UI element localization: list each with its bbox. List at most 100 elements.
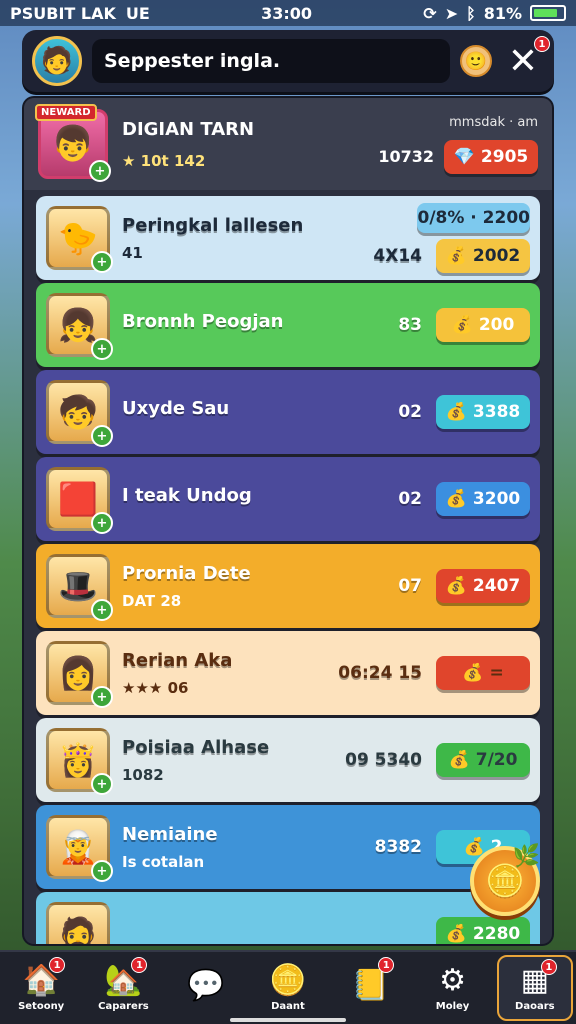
tab-badge: 1: [49, 957, 66, 973]
home-indicator: [230, 1018, 346, 1022]
leaderboard-row[interactable]: 🧒 + Uxyde Sau 02 💰 3388: [36, 370, 540, 454]
row-name: Rerian Aka: [122, 649, 233, 671]
row-number: 06:24 15: [338, 663, 422, 683]
row-reward-button[interactable]: 💰 2407: [436, 569, 530, 603]
row-sub: 41: [122, 243, 143, 262]
leaderboard-row[interactable]: 🧝 + Nemiaine Is cotalan 8382 💰 2: [36, 805, 540, 889]
row-portrait: 🧝 +: [46, 815, 113, 882]
sync-icon: ⟳: [423, 3, 437, 23]
row-portrait: 🎩 +: [46, 554, 113, 621]
search-text: Seppester ingla.: [104, 50, 281, 72]
row-portrait: 🧔 +: [46, 902, 110, 944]
row-number: 02: [398, 402, 422, 422]
search-field[interactable]: Seppester ingla.: [92, 39, 450, 83]
row-top-pill[interactable]: 0/8% · 2200: [417, 203, 530, 233]
leaderboard-row[interactable]: 🧔 + 💰 2280: [36, 892, 540, 944]
row-sub: ★★★ 06: [122, 678, 189, 697]
row-portrait: 👩 +: [46, 641, 113, 708]
tab-label: Daant: [271, 1000, 305, 1012]
coin-icon: 🪙: [269, 962, 307, 998]
row-reward-button[interactable]: 💰 3200: [436, 482, 530, 516]
status-left-text: PSUBIT LAK: [10, 3, 116, 23]
player-name: DIGIAN TARN: [122, 118, 255, 140]
row-name: Prornia Dete: [122, 562, 251, 584]
plus-icon: +: [91, 512, 113, 534]
row-reward-button[interactable]: 💰 =: [436, 656, 530, 690]
tab-badge: 1: [131, 957, 148, 973]
plus-icon: +: [91, 860, 113, 882]
chat-icon: 💬: [187, 968, 225, 1003]
reward-icon: 💰: [445, 924, 467, 944]
row-reward: 2280: [472, 924, 521, 944]
reward-icon: 💰: [448, 750, 470, 770]
action-fab-button[interactable]: 🪙 🌿: [470, 844, 540, 916]
row-portrait: 👸 +: [46, 728, 113, 795]
plus-icon: +: [91, 251, 113, 273]
row-sub: Is cotalan: [122, 852, 205, 871]
gem-icon: 💎: [453, 146, 475, 167]
close-badge: 1: [534, 36, 550, 52]
player-score: 10732: [378, 147, 434, 166]
tab-label: Daoars: [515, 1000, 555, 1012]
tab-caparers[interactable]: 🏡 Caparers 1: [85, 955, 161, 1021]
player-tag: NEWARD: [35, 104, 97, 121]
row-reward: 2407: [472, 576, 521, 596]
row-sub: 1082: [122, 765, 164, 784]
reward-icon: 💰: [445, 576, 467, 596]
row-number: 07: [398, 576, 422, 596]
tab-label: Setoony: [18, 1000, 65, 1012]
leaderboard-row[interactable]: 👧 + Bronnh Peogjan 83 💰 200: [36, 283, 540, 367]
tab-daant[interactable]: 🪙 Daant: [250, 955, 326, 1021]
row-reward: 3200: [472, 489, 521, 509]
row-reward-button[interactable]: 💰 200: [436, 308, 530, 342]
row-portrait: 🟥 +: [46, 467, 113, 534]
leaderboard-row[interactable]: 👩 + Rerian Aka ★★★ 06 06:24 15 💰 =: [36, 631, 540, 715]
player-portrait: 👦 NEWARD +: [35, 104, 111, 182]
row-name: Bronnh Peogjan: [122, 310, 284, 332]
leaderboard-row[interactable]: 🟥 + I teak Undog 02 💰 3200: [36, 457, 540, 541]
reward-icon: 💰: [445, 246, 467, 266]
row-name: I teak Undog: [122, 484, 252, 506]
row-name: Peringkal lallesen: [122, 214, 304, 236]
notes-icon: 📒: [351, 968, 389, 1003]
player-avatar[interactable]: 🧑: [32, 36, 82, 86]
battery-icon: [530, 5, 566, 21]
row-number: 02: [398, 489, 422, 509]
player-row[interactable]: 👦 NEWARD + DIGIAN TARN ★ 10t 142 mmsdak …: [24, 98, 552, 190]
tab-badge: 1: [540, 959, 557, 975]
plus-icon: +: [91, 599, 113, 621]
row-reward-button[interactable]: 💰 7/20: [436, 743, 530, 777]
reward-icon: 💰: [445, 489, 467, 509]
tab-moley[interactable]: ⚙ Moley: [415, 955, 491, 1021]
tab-notes[interactable]: 📒 1: [332, 955, 408, 1021]
reward-icon: 💰: [462, 663, 484, 683]
row-portrait: 🧒 +: [46, 380, 113, 447]
leaderboard-panel: 👦 NEWARD + DIGIAN TARN ★ 10t 142 mmsdak …: [24, 98, 552, 944]
plus-icon: +: [91, 686, 113, 708]
leaderboard-row[interactable]: 🎩 + Prornia Dete DAT 28 07 💰 2407: [36, 544, 540, 628]
tab-chat[interactable]: 💬: [168, 955, 244, 1021]
plus-icon: +: [91, 425, 113, 447]
tab-daoars[interactable]: ▦ Daoars 1: [496, 955, 573, 1021]
top-bar: 🧑 Seppester ingla. 🙂 ✕ 1: [22, 30, 554, 92]
row-portrait: 👧 +: [46, 293, 113, 360]
player-label: mmsdak · am: [449, 114, 538, 130]
row-reward-button[interactable]: 💰 2002: [436, 239, 530, 273]
leaderboard-row[interactable]: 👸 + Poisiaa Alhase 1082 09 5340 💰 7/20: [36, 718, 540, 802]
tab-badge: 1: [378, 957, 395, 973]
row-reward-button[interactable]: 💰 3388: [436, 395, 530, 429]
leaderboard-row[interactable]: 🐤 + Peringkal lallesen 41 0/8% · 2200 4X…: [36, 196, 540, 280]
plus-icon: +: [91, 338, 113, 360]
reward-icon: 💰: [451, 315, 473, 335]
row-reward: 200: [478, 315, 515, 335]
tab-label: Caparers: [98, 1000, 149, 1012]
player-reward-button[interactable]: 💎 2905: [444, 139, 538, 174]
row-number: 4X14: [373, 246, 422, 266]
row-name: Poisiaa Alhase: [122, 736, 270, 758]
row-reward-button[interactable]: 💰 2280: [436, 917, 530, 944]
status-bar: PSUBIT LAK UE 33:00 ⟳ ➤ ᛒ 81%: [0, 0, 576, 26]
tab-setoony[interactable]: 🏠 Setoony 1: [3, 955, 79, 1021]
star-icon: ★: [122, 151, 141, 170]
close-button[interactable]: ✕ 1: [502, 36, 550, 82]
friend-avatar[interactable]: 🙂: [460, 45, 492, 77]
